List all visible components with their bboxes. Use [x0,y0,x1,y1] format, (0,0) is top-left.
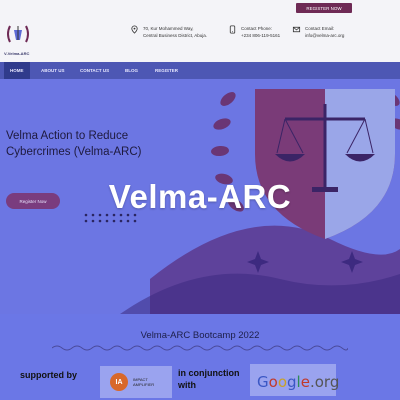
register-now-top-button[interactable]: REGISTER NOW [296,3,352,13]
nav-about-us[interactable]: ABOUT US [41,62,65,79]
conjunction-line2: with [178,380,196,390]
conjunction-label: in conjunction with [178,367,240,391]
amplifier-line: AMPLIFIER [133,382,155,387]
phone-value[interactable]: +234 806-119-5161 [241,32,280,39]
wavy-divider [52,345,348,351]
envelope-icon [292,25,301,34]
nav-register[interactable]: REGISTER [155,62,178,79]
hero-title-line1: Velma Action to Reduce [6,130,129,142]
overlay-brand-label: Velma-ARC [108,178,292,215]
hero-title: Velma Action to Reduce Cybercrimes (Velm… [6,128,206,160]
hero-title-line2: Cybercrimes (Velma-ARC) [6,146,142,158]
address-line2: Central Business District, Abuja. [143,33,208,38]
phone-label: Contact Phone: [241,26,273,31]
nav-blog[interactable]: BLOG [125,62,138,79]
logo-laurel-icon[interactable] [4,20,32,48]
nav-home[interactable]: HOME [4,62,30,79]
address-block: 70, Kur Mohammed Way, Central Business D… [130,25,207,39]
location-pin-icon [130,25,139,34]
email-value[interactable]: info@velma-arc.org [305,32,344,39]
phone-block: Contact Phone: +234 806-119-5161 [228,25,280,39]
conjunction-line1: in conjunction [178,368,240,378]
impact-amplifier-mark: IA [110,373,128,391]
impact-amplifier-text: IMPACT AMPLIFIER [133,377,154,387]
logo-text: V-Velma-ARC [4,51,30,56]
google-org-text: Google.org [257,373,339,391]
email-block: Contact Email: info@velma-arc.org [292,25,344,39]
bootcamp-title: Velma-ARC Bootcamp 2022 [140,330,260,341]
address-line1: 70, Kur Mohammed Way, [143,26,194,31]
supported-by-label: supported by [20,370,78,380]
phone-icon [228,25,237,34]
google-org-wordmark: Google.org [257,373,340,391]
email-label: Contact Email: [305,26,335,31]
nav-contact-us[interactable]: CONTACT US [80,62,109,79]
